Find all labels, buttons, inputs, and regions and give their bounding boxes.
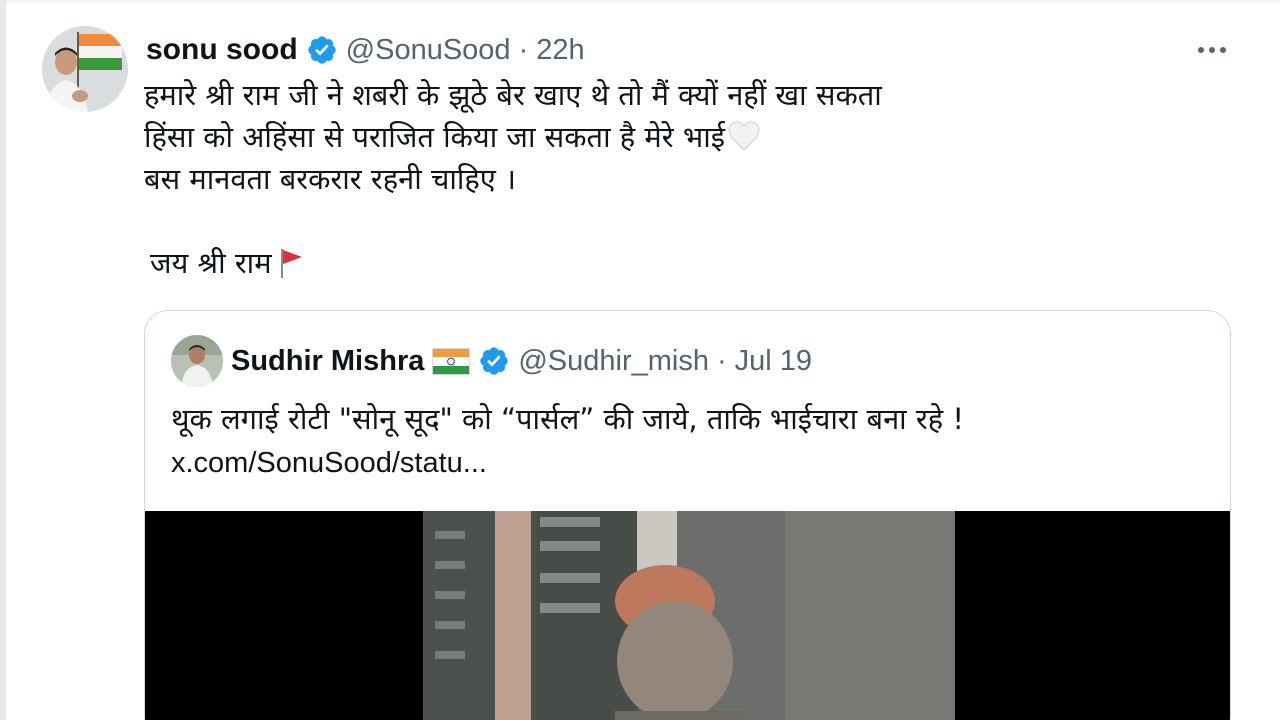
- quoted-author-handle[interactable]: @Sudhir_mish: [518, 345, 709, 378]
- sign-off-text: जय श्री राम: [150, 246, 272, 280]
- verified-badge-icon[interactable]: [478, 345, 510, 377]
- separator-dot: ·: [716, 344, 727, 377]
- tweet-text-line: बस मानवता बरकरार रहनी चाहिए ।: [144, 162, 517, 196]
- more-options-icon[interactable]: [1190, 30, 1234, 70]
- more-dot: [1220, 47, 1226, 53]
- tweet[interactable]: sonu sood @SonuSood · 22h हमारे श्री राम…: [0, 0, 1280, 720]
- india-flag-emoji-icon: [432, 347, 471, 375]
- tweet-header: sonu sood @SonuSood · 22h: [146, 28, 585, 72]
- tweet-timestamp[interactable]: 22h: [536, 34, 584, 67]
- quoted-author-avatar[interactable]: [171, 335, 223, 387]
- author-avatar[interactable]: [42, 26, 128, 112]
- more-dot: [1209, 47, 1215, 53]
- quoted-tweet-timestamp[interactable]: Jul 19: [735, 345, 812, 378]
- separator-dot: ·: [518, 33, 529, 66]
- author-handle[interactable]: @SonuSood: [346, 34, 511, 67]
- quoted-tweet[interactable]: Sudhir Mishra @Sudhir_mish · Jul 19 थूक …: [144, 310, 1231, 720]
- quoted-author-name[interactable]: Sudhir Mishra: [231, 345, 424, 378]
- triangular-flag-emoji-icon: [278, 247, 304, 279]
- tweet-text-segment: हिंसा को अहिंसा से पराजित किया जा सकता ह…: [144, 120, 725, 154]
- quoted-tweet-header: Sudhir Mishra @Sudhir_mish · Jul 19: [231, 339, 812, 383]
- tweet-text: हमारे श्री राम जी ने शबरी के झूठे बेर खा…: [144, 74, 1224, 280]
- white-heart-emoji-icon: [727, 120, 761, 150]
- quoted-tweet-video[interactable]: [145, 511, 1230, 720]
- more-dot: [1198, 47, 1204, 53]
- tweet-sign-off: जय श्री राम: [150, 242, 304, 284]
- verified-badge-icon[interactable]: [306, 34, 338, 66]
- quoted-tweet-text: थूक लगाई रोटी "सोनू सूद" को “पार्सल” की …: [171, 402, 965, 436]
- tweet-text-line: हिंसा को अहिंसा से पराजित किया जा सकता ह…: [144, 116, 1224, 158]
- quoted-tweet-link[interactable]: x.com/SonuSood/statu...: [171, 441, 487, 485]
- author-name[interactable]: sonu sood: [146, 33, 298, 67]
- tweet-text-line: हमारे श्री राम जी ने शबरी के झूठे बेर खा…: [144, 78, 882, 112]
